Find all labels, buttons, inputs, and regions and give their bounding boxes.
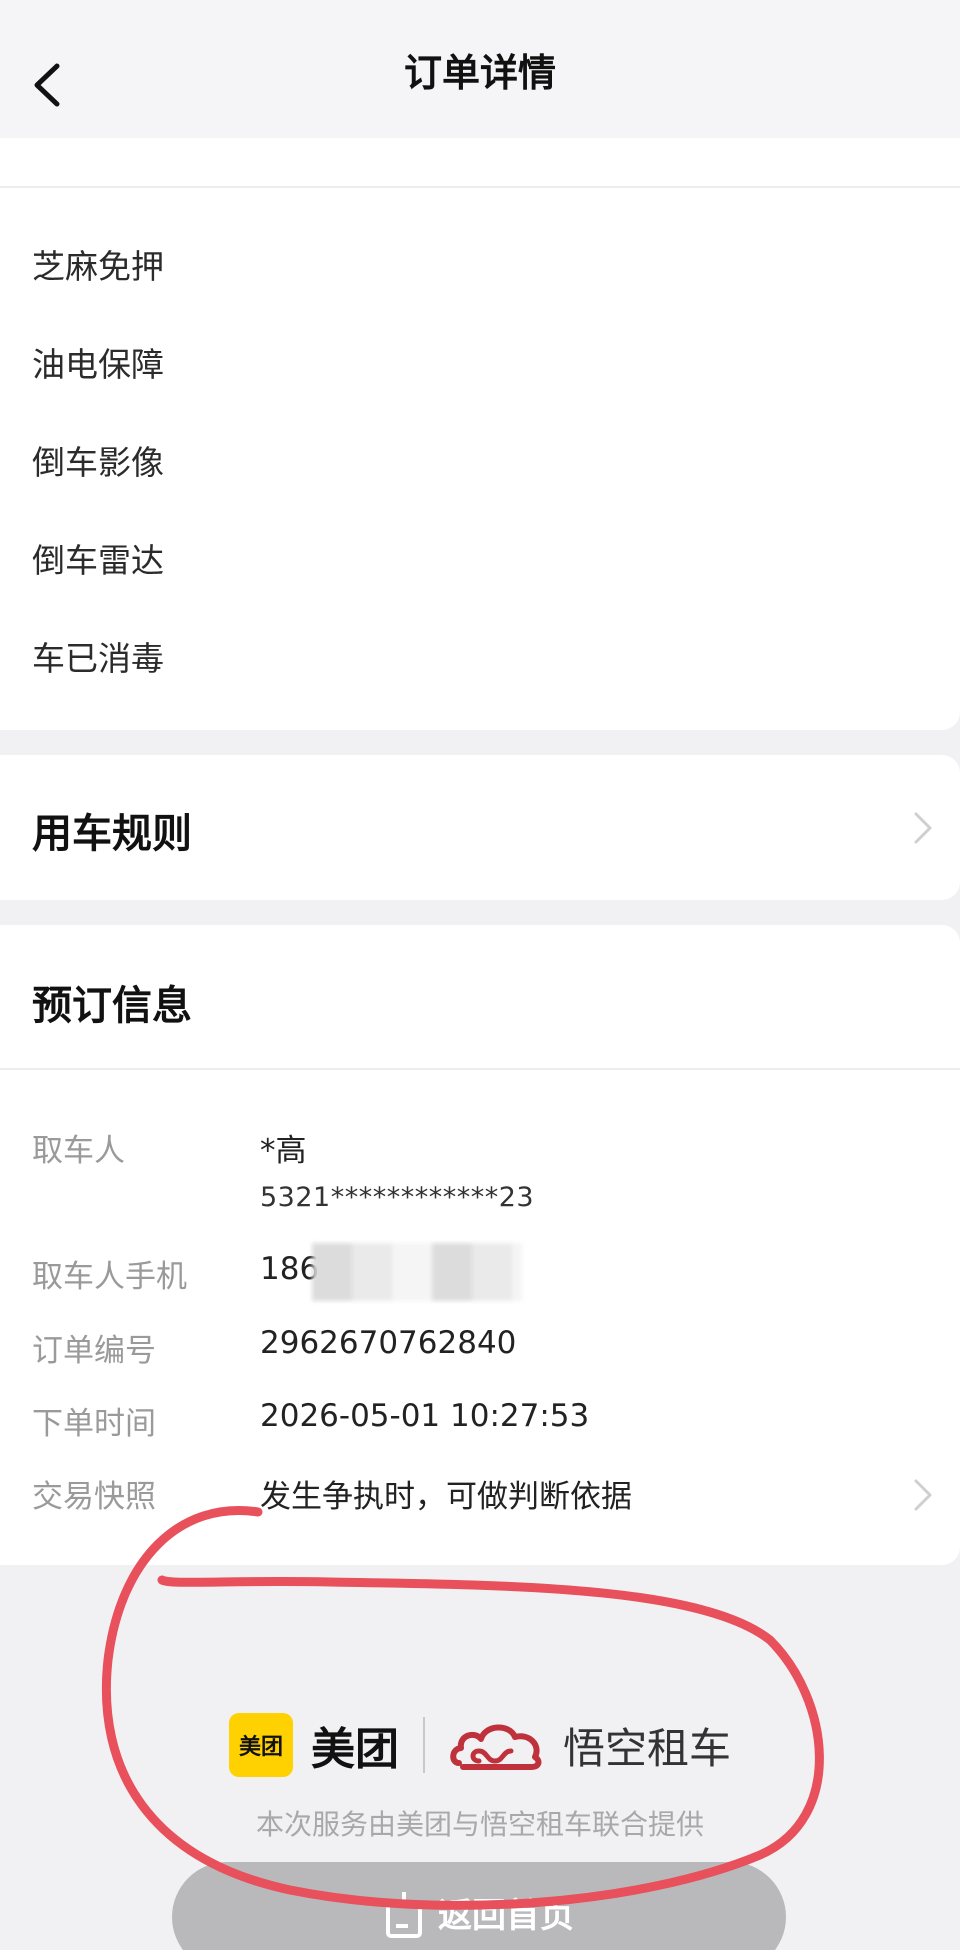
phone-redaction (312, 1243, 522, 1301)
nav-header: 订单详情 (0, 0, 960, 138)
pickup-person-id: 5321************23 (260, 1182, 535, 1213)
pickup-person-label: 取车人 (32, 1133, 125, 1169)
meituan-logo-text: 美团 (310, 1724, 399, 1775)
return-home-label: 返回首页 (438, 1896, 574, 1936)
booking-info-card: 预订信息 取车人 *高 5321************23 取车人手机 186… (0, 925, 960, 1565)
return-home-button[interactable]: 返回首页 (172, 1862, 786, 1950)
feature-item: 油电保障 (32, 345, 164, 384)
booking-title: 预订信息 (32, 983, 192, 1029)
snapshot-link[interactable]: 发生争执时，可做判断依据 (260, 1471, 632, 1516)
service-note: 本次服务由美团与悟空租车联合提供 (255, 1808, 704, 1841)
chevron-right-icon (914, 1479, 932, 1511)
order-time-label: 下单时间 (32, 1406, 156, 1442)
feature-item: 芝麻免押 (32, 247, 164, 286)
rules-card[interactable]: 用车规则 (0, 755, 960, 900)
phone-value: 186 (260, 1251, 320, 1287)
feature-item: 倒车雷达 (32, 541, 164, 580)
car-features-card: 芝麻免押 油电保障 倒车影像 倒车雷达 车已消毒 (0, 138, 960, 730)
order-no-label: 订单编号 (32, 1333, 156, 1369)
order-detail-page: 订单详情 芝麻免押 油电保障 倒车影像 倒车雷达 车已消毒 用车规则 预订信息 … (0, 0, 960, 1950)
features-top-divider (0, 138, 960, 188)
order-no-value: 2962670762840 (260, 1325, 517, 1361)
cloud-logo-icon (450, 1724, 542, 1770)
home-icon (386, 1892, 422, 1938)
chevron-right-icon (914, 812, 932, 844)
partner-logos: 美团 美团 悟空租车 (0, 1710, 960, 1780)
rules-title: 用车规则 (32, 811, 192, 857)
feature-item: 倒车影像 (32, 443, 164, 482)
partner-logo-text: 悟空租车 (562, 1723, 731, 1773)
pickup-person-value: *高 (260, 1133, 307, 1169)
page-title: 订单详情 (403, 50, 556, 95)
back-button[interactable] (22, 52, 70, 118)
snapshot-label: 交易快照 (32, 1479, 156, 1515)
order-time-value: 2026-05-01 10:27:53 (260, 1398, 590, 1434)
feature-item: 车已消毒 (32, 639, 164, 678)
chevron-left-icon (34, 63, 60, 107)
booking-divider (0, 1068, 960, 1070)
meituan-logo-badge: 美团 (228, 1713, 293, 1777)
logo-separator (422, 1717, 425, 1773)
phone-label: 取车人手机 (32, 1259, 187, 1295)
